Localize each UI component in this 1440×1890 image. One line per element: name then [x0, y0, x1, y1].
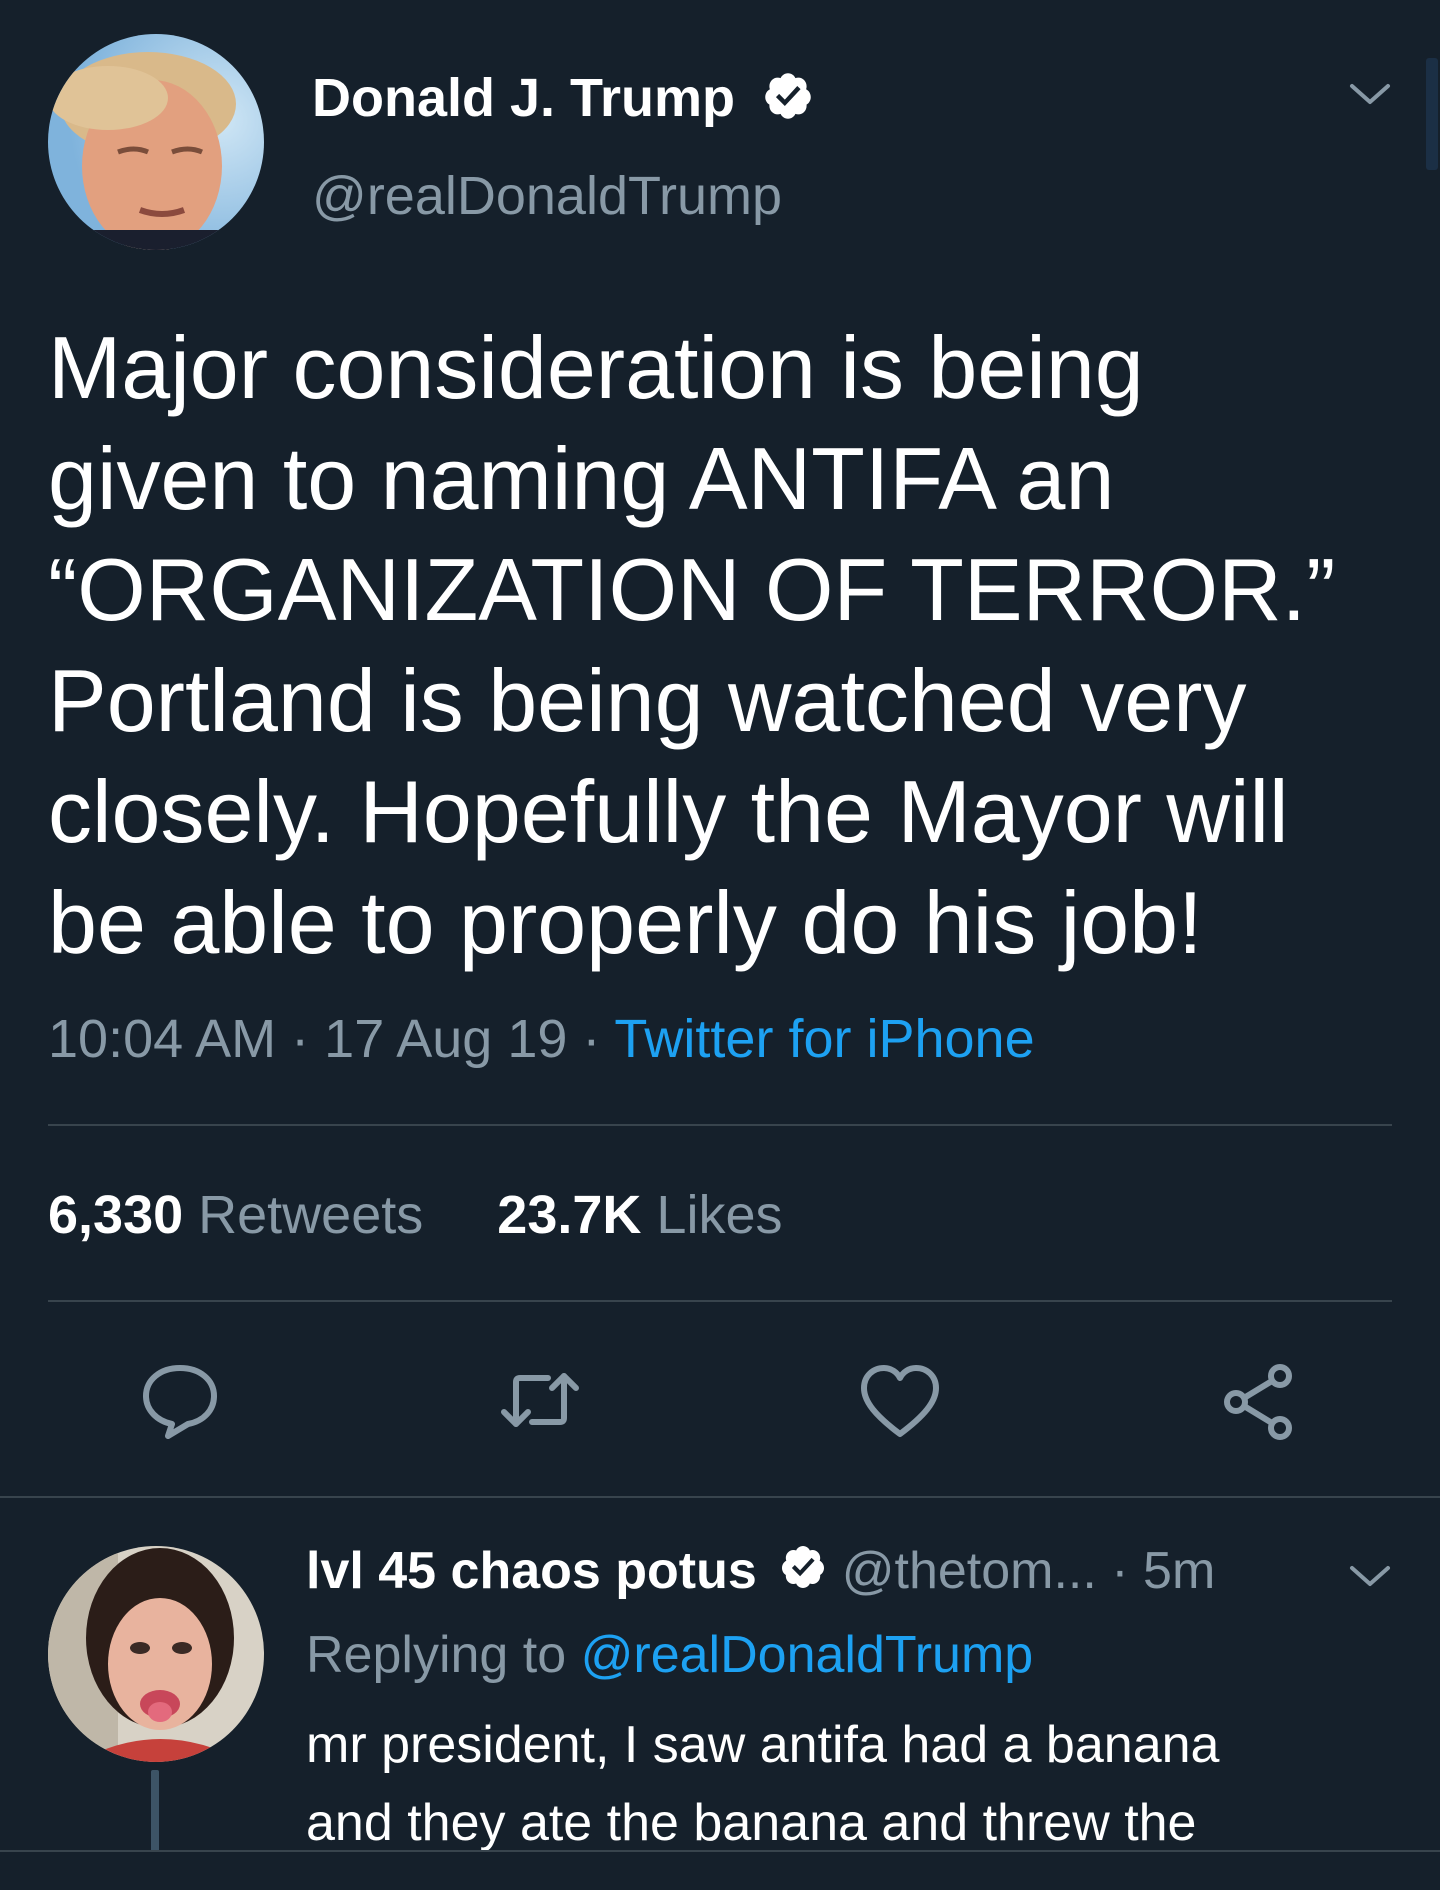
tweet-source-link[interactable]: Twitter for iPhone — [614, 1009, 1034, 1069]
author-name-text[interactable]: Donald J. Trump — [312, 68, 735, 128]
reply-author-handle[interactable]: @thetom... — [842, 1542, 1097, 1600]
retweets-stat[interactable]: 6,330 Retweets — [48, 1185, 423, 1245]
likes-stat[interactable]: 23.7K Likes — [497, 1185, 782, 1245]
tweet-stats: 6,330 Retweets 23.7K Likes — [48, 1180, 782, 1250]
divider — [0, 1496, 1440, 1498]
heart-icon[interactable] — [858, 1358, 942, 1442]
tweet-time: 10:04 AM — [48, 1009, 277, 1069]
retweets-label: Retweets — [198, 1185, 424, 1245]
divider — [48, 1300, 1392, 1302]
tweet-text-line: closely. Hopefully the Mayor will — [48, 762, 1289, 861]
reply-text: mr president, I saw antifa had a banana … — [306, 1706, 1219, 1862]
reply-author-avatar[interactable] — [48, 1546, 264, 1762]
meta-separator: · — [276, 1009, 325, 1069]
share-icon[interactable] — [1218, 1358, 1302, 1442]
author-handle[interactable]: @realDonaldTrump — [312, 166, 782, 226]
tweet-text-line: Major consideration is being — [48, 318, 1144, 417]
replying-prefix: Replying to — [306, 1626, 581, 1684]
verified-badge-icon — [762, 70, 814, 134]
bottom-bar — [0, 1850, 1440, 1890]
author-name[interactable]: Donald J. Trump — [312, 68, 814, 134]
tweet-text-line: given to naming ANTIFA an — [48, 429, 1115, 528]
tweet-text: Major consideration is being given to na… — [48, 312, 1398, 978]
tweet-text-line: Portland is being watched very — [48, 651, 1247, 750]
likes-count: 23.7K — [497, 1185, 642, 1245]
reply-text-line: mr president, I saw antifa had a banana — [306, 1716, 1220, 1774]
tweet-options-chevron-icon[interactable] — [1348, 80, 1392, 113]
reply-author-name[interactable]: lvl 45 chaos potus — [306, 1542, 757, 1600]
replying-to: Replying to @realDonaldTrump — [306, 1622, 1033, 1688]
author-avatar[interactable] — [48, 34, 264, 250]
tweet-text-line: “ORGANIZATION OF TERROR.” — [48, 540, 1336, 639]
meta-separator: · — [567, 1009, 615, 1069]
reply-options-chevron-icon[interactable] — [1348, 1562, 1392, 1595]
divider — [48, 1124, 1392, 1126]
verified-badge-icon — [779, 1541, 827, 1607]
tweet-date: 17 Aug 19 — [324, 1009, 568, 1069]
reply-bubble-icon[interactable] — [138, 1358, 222, 1442]
tweet-text-line: be able to properly do his job! — [48, 873, 1203, 972]
retweets-count: 6,330 — [48, 1185, 184, 1245]
scrollbar-thumb[interactable] — [1426, 58, 1438, 170]
reply-time: · 5m — [1096, 1542, 1216, 1600]
retweet-icon[interactable] — [498, 1358, 582, 1442]
reply-header: lvl 45 chaos potus @thetom... · 5m — [306, 1538, 1215, 1607]
replying-to-link[interactable]: @realDonaldTrump — [581, 1626, 1034, 1684]
likes-label: Likes — [656, 1185, 783, 1245]
tweet-meta: 10:04 AM · 17 Aug 19 · Twitter for iPhon… — [48, 1004, 1035, 1074]
